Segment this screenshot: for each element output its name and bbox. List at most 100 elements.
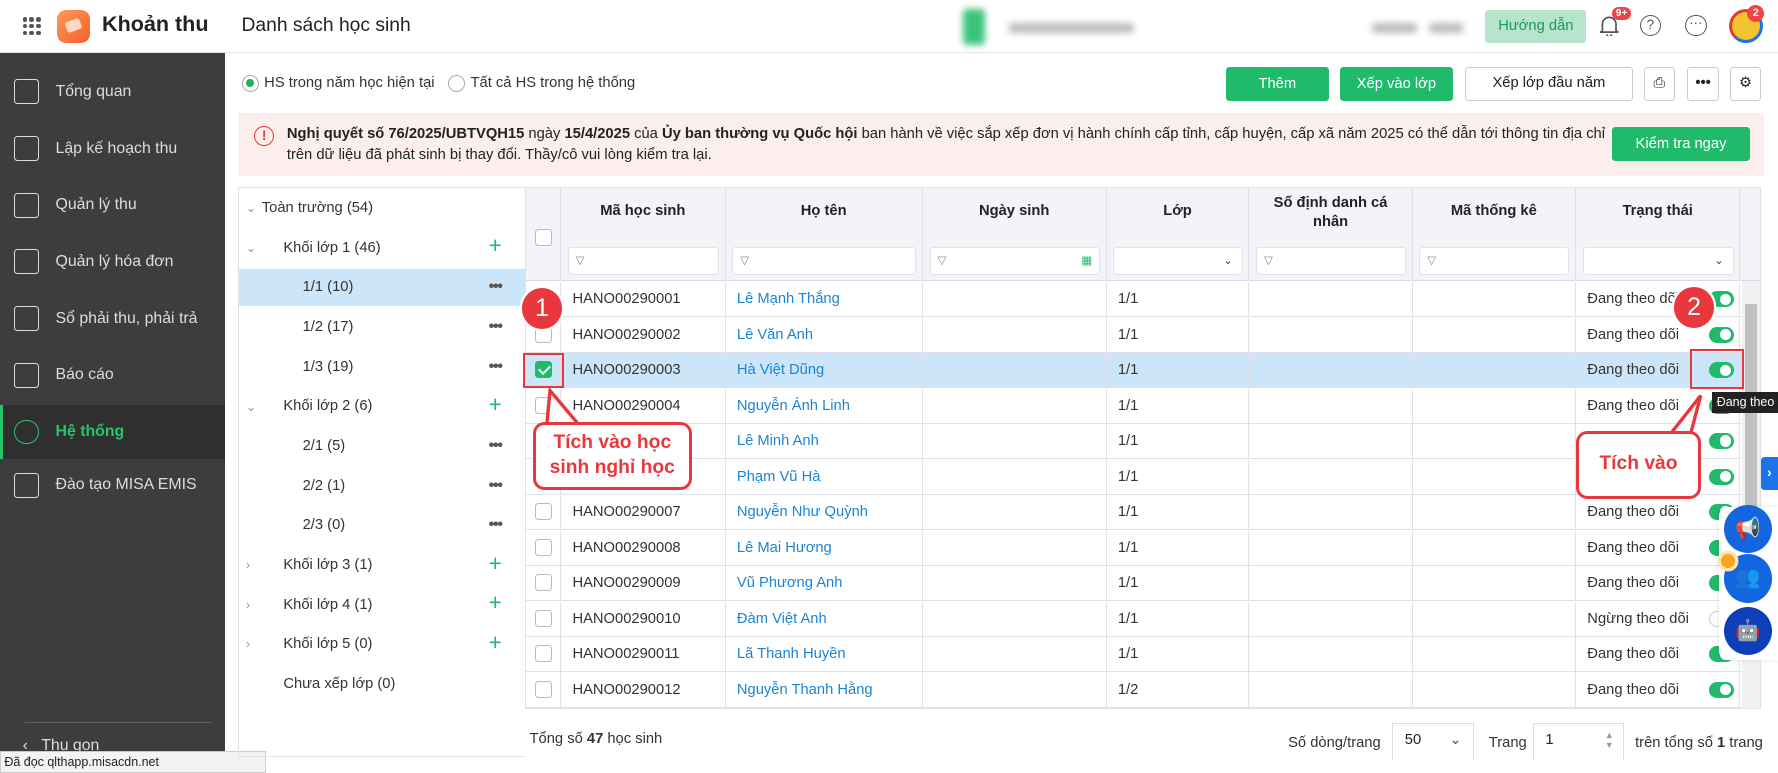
chevron-down-icon[interactable]: ⌄ xyxy=(246,399,256,414)
chatbot-icon[interactable]: 🤖 xyxy=(1723,606,1773,656)
sidebar-item-2[interactable]: Quản lý thu xyxy=(0,178,225,232)
column-filter-input[interactable]: ▽ xyxy=(1419,247,1570,276)
table-row[interactable]: HANO00290005Lê Minh Anh1/1 xyxy=(525,424,1742,460)
row-checkbox[interactable] xyxy=(535,645,553,663)
node-menu-icon[interactable]: ••• xyxy=(489,437,503,455)
tree-node[interactable]: › Khối lớp 4 (1) + xyxy=(239,586,525,623)
table-row[interactable]: HANO00290008 Lê Mai Hương 1/1 Đang theo dõi xyxy=(525,530,1742,566)
calendar-icon[interactable]: ▦ xyxy=(1081,248,1092,274)
tree-node[interactable]: 1/1 (10) ••• xyxy=(239,268,525,306)
node-menu-icon[interactable]: ••• xyxy=(489,358,503,376)
guide-button[interactable]: Hướng dẫn xyxy=(1485,10,1587,44)
row-checkbox[interactable] xyxy=(535,538,553,556)
chevron-right-icon[interactable]: › xyxy=(246,637,250,651)
chevron-right-icon[interactable]: › xyxy=(246,558,250,572)
tree-node[interactable]: › Khối lớp 3 (1) + xyxy=(239,546,525,583)
table-row[interactable]: HANO00290011 Lã Thanh Huyền 1/1 Đang theo d… xyxy=(525,637,1742,673)
tree-node[interactable]: 2/2 (1) ••• xyxy=(239,467,525,504)
sidebar-item-7[interactable]: Đào tạo MISA EMIS xyxy=(0,458,225,512)
table-row[interactable]: HANO00290004 Nguyễn Ánh Linh 1/1 Đang theo … xyxy=(525,388,1742,424)
table-row[interactable]: HANO00290002 Lê Văn Anh 1/1 Đang theo dõi xyxy=(525,317,1742,353)
row-checkbox[interactable] xyxy=(535,574,553,592)
expand-panel-tab[interactable]: › xyxy=(1760,456,1778,490)
node-menu-icon[interactable]: ••• xyxy=(489,516,503,534)
node-menu-icon[interactable]: ••• xyxy=(489,278,503,296)
cell-name[interactable]: Lê Mạnh Thắng xyxy=(726,282,923,318)
tree-node[interactable]: › Khối lớp 5 (0) + xyxy=(239,626,525,663)
sidebar-item-1[interactable]: Lập kế hoạch thu xyxy=(0,121,225,175)
page-number-input[interactable]: 1 ▲ ▼ xyxy=(1533,723,1624,760)
column-filter-input[interactable]: ⌄ xyxy=(1113,247,1243,276)
app-grid-icon[interactable] xyxy=(22,17,41,36)
table-row[interactable]: HANO00290010 Đàm Việt Anh 1/1 Ngừng theo dõ… xyxy=(525,601,1742,637)
cell-name[interactable]: Lê Minh Anh xyxy=(726,424,923,460)
cell-name[interactable]: Đàm Việt Anh xyxy=(726,601,923,637)
column-filter-input[interactable]: ▽ ▦ xyxy=(929,247,1100,276)
tree-node[interactable]: 1/3 (19) ••• xyxy=(239,348,525,385)
table-row[interactable]: HANO00290001 Lê Mạnh Thắng 1/1 Đang theo dõ… xyxy=(525,282,1742,318)
check-now-button[interactable]: Kiểm tra ngay xyxy=(1612,126,1750,161)
chevron-down-icon[interactable]: ⌄ xyxy=(246,200,256,215)
settings-button[interactable]: ⚙ xyxy=(1730,66,1761,101)
tree-node[interactable]: 1/2 (17) ••• xyxy=(239,308,525,345)
tree-node[interactable]: 2/3 (0) ••• xyxy=(239,507,525,544)
table-row[interactable]: HANO00290006Phạm Vũ Hà1/1 xyxy=(525,459,1742,495)
sidebar-item-0[interactable]: Tổng quan xyxy=(0,65,225,119)
assign-start-year-button[interactable]: Xếp lớp đầu năm xyxy=(1464,66,1633,101)
select-all-checkbox[interactable] xyxy=(535,228,553,246)
school-selector-blurred[interactable] xyxy=(958,6,1474,49)
cell-name[interactable]: Lê Mai Hương xyxy=(726,530,923,566)
column-filter-input[interactable]: ▽ xyxy=(732,247,917,276)
add-button[interactable]: Thêm xyxy=(1225,66,1329,101)
add-class-icon[interactable]: + xyxy=(489,391,502,418)
cell-name[interactable]: Lê Văn Anh xyxy=(726,317,923,353)
tracking-toggle[interactable] xyxy=(1708,326,1734,343)
sidebar-item-3[interactable]: Quản lý hóa đơn xyxy=(0,235,225,289)
more-options-button[interactable]: ••• xyxy=(1687,66,1719,101)
chevron-right-icon[interactable]: › xyxy=(246,598,250,612)
tracking-toggle[interactable] xyxy=(1708,433,1734,450)
add-class-icon[interactable]: + xyxy=(489,550,502,577)
rows-per-page-select[interactable]: 50 ⌄ xyxy=(1392,723,1475,760)
row-checkbox[interactable] xyxy=(535,680,553,698)
assign-class-button[interactable]: Xếp vào lớp xyxy=(1340,66,1453,101)
tree-node[interactable]: ⌄ Khối lớp 1 (46) + xyxy=(239,229,525,266)
tree-node[interactable]: Chưa xếp lớp (0) xyxy=(239,665,525,702)
cell-name[interactable]: Lã Thanh Huyền xyxy=(726,637,923,673)
table-row[interactable]: HANO00290003 Hà Việt Dũng 1/1 Đang theo dõi xyxy=(525,353,1742,389)
radio-current-year[interactable]: HS trong năm học hiện tại xyxy=(241,74,435,92)
add-class-icon[interactable]: + xyxy=(489,629,502,656)
cell-name[interactable]: Nguyễn Thanh Hằng xyxy=(726,672,923,708)
cell-name[interactable]: Nguyễn Ánh Linh xyxy=(726,388,923,424)
node-menu-icon[interactable]: ••• xyxy=(489,318,503,336)
sidebar-item-4[interactable]: Sổ phải thu, phải trả xyxy=(0,291,225,345)
cell-name[interactable]: Phạm Vũ Hà xyxy=(726,459,923,495)
row-checkbox[interactable] xyxy=(535,503,553,521)
cell-name[interactable]: Vũ Phương Anh xyxy=(726,566,923,602)
more-icon[interactable]: ··· xyxy=(1684,14,1707,37)
row-checkbox[interactable] xyxy=(535,609,553,627)
radio-all-students[interactable]: Tất cả HS trong hệ thống xyxy=(447,74,635,92)
cell-name[interactable]: Hà Việt Dũng xyxy=(726,353,923,389)
tree-node[interactable]: 2/1 (5) ••• xyxy=(239,427,525,464)
megaphone-icon[interactable]: 📢 xyxy=(1723,504,1773,554)
add-class-icon[interactable]: + xyxy=(489,589,502,616)
tree-node[interactable]: ⌄ Toàn trường (54) xyxy=(239,189,525,226)
tracking-toggle[interactable] xyxy=(1708,681,1734,698)
tracking-toggle[interactable] xyxy=(1708,468,1734,485)
cell-name[interactable]: Nguyễn Như Quỳnh xyxy=(726,495,923,531)
table-row[interactable]: HANO00290009 Vũ Phương Anh 1/1 Đang theo dõ… xyxy=(525,566,1742,602)
column-filter-input[interactable]: ▽ xyxy=(1256,247,1407,276)
add-class-icon[interactable]: + xyxy=(489,232,502,259)
table-row[interactable]: HANO00290012 Nguyễn Thanh Hằng 1/2 Đang the… xyxy=(525,672,1742,708)
node-menu-icon[interactable]: ••• xyxy=(489,477,503,495)
sidebar-item-5[interactable]: Báo cáo xyxy=(0,348,225,402)
stepper-icon[interactable]: ▲ ▼ xyxy=(1605,730,1614,750)
column-filter-input[interactable]: ⌄ xyxy=(1582,247,1734,276)
table-row[interactable]: HANO00290007 Nguyễn Như Quỳnh 1/1 Đang theo… xyxy=(525,495,1742,531)
print-button[interactable]: ⎙ xyxy=(1644,66,1675,101)
chevron-down-icon[interactable]: ⌄ xyxy=(246,240,256,255)
column-filter-input[interactable]: ▽ xyxy=(567,247,719,276)
sidebar-item-6[interactable]: Hệ thống xyxy=(0,404,225,460)
tree-node[interactable]: ⌄ Khối lớp 2 (6) + xyxy=(239,388,525,425)
